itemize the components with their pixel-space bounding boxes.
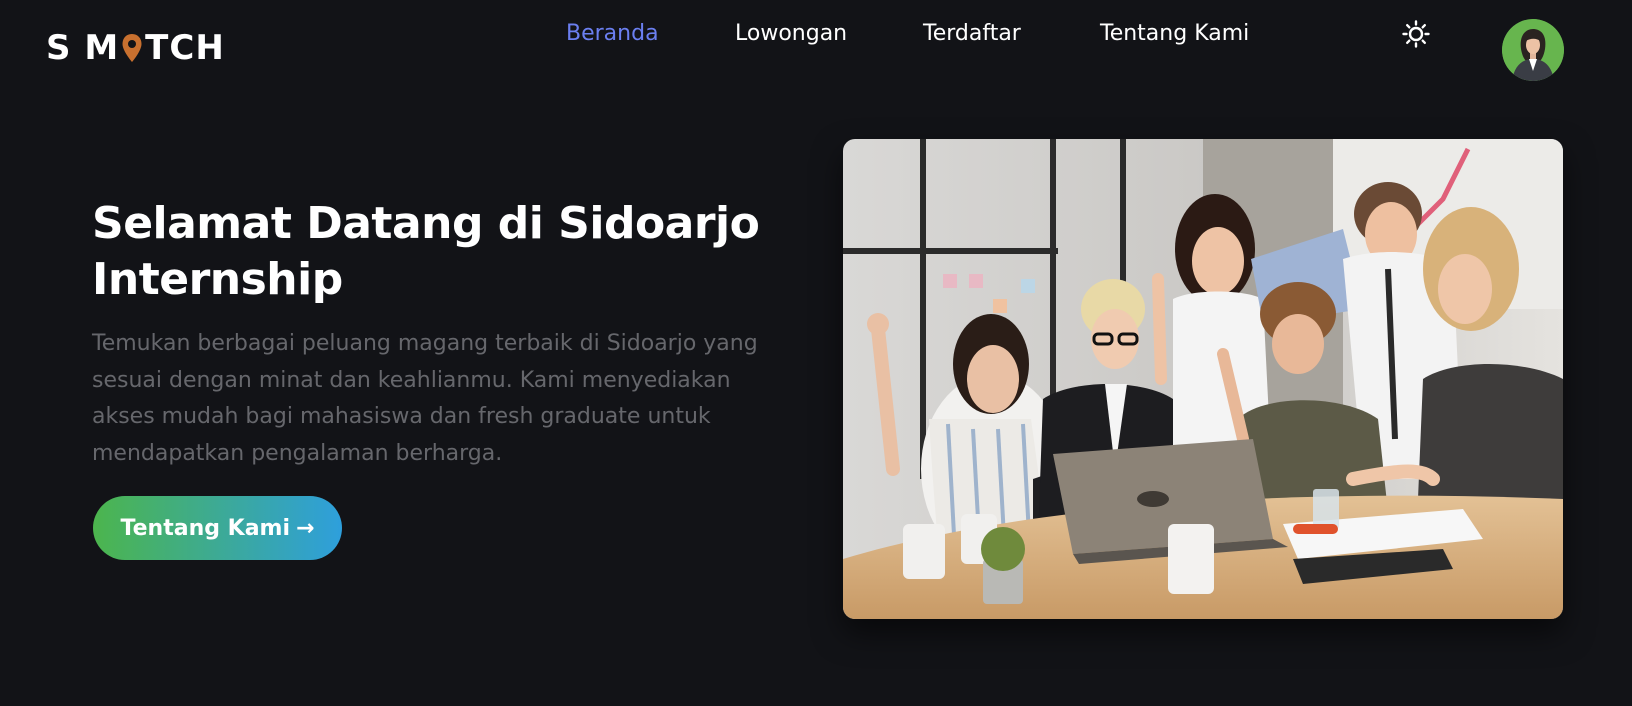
sun-icon xyxy=(1402,20,1430,48)
user-avatar-icon xyxy=(1502,19,1564,81)
nav-link-terdaftar[interactable]: Terdaftar xyxy=(923,18,1021,50)
user-avatar[interactable] xyxy=(1502,19,1564,81)
theme-toggle-button[interactable] xyxy=(1401,19,1431,49)
brand-logo[interactable]: S M TCH xyxy=(46,28,225,68)
logo-text-right: TCH xyxy=(145,28,225,68)
nav-link-lowongan[interactable]: Lowongan xyxy=(735,18,847,50)
nav-link-beranda[interactable]: Beranda xyxy=(566,18,659,50)
logo-text-left: S M xyxy=(46,28,120,68)
hero-description: Temukan berbagai peluang magang terbaik … xyxy=(92,331,758,466)
team-celebrating-photo xyxy=(843,139,1563,619)
navbar: S M TCH Beranda Lowongan Terdaftar Tenta… xyxy=(0,0,1632,100)
nav-link-tentang-kami[interactable]: Tentang Kami xyxy=(1100,18,1249,50)
hero-image xyxy=(843,139,1563,619)
cta-label: Tentang Kami xyxy=(120,515,291,541)
about-us-button[interactable]: Tentang Kami → xyxy=(93,496,342,560)
location-pin-icon xyxy=(122,34,142,62)
hero-title: Selamat Datang di Sidoarjo Internship xyxy=(92,198,760,305)
arrow-right-icon: → xyxy=(296,515,315,541)
